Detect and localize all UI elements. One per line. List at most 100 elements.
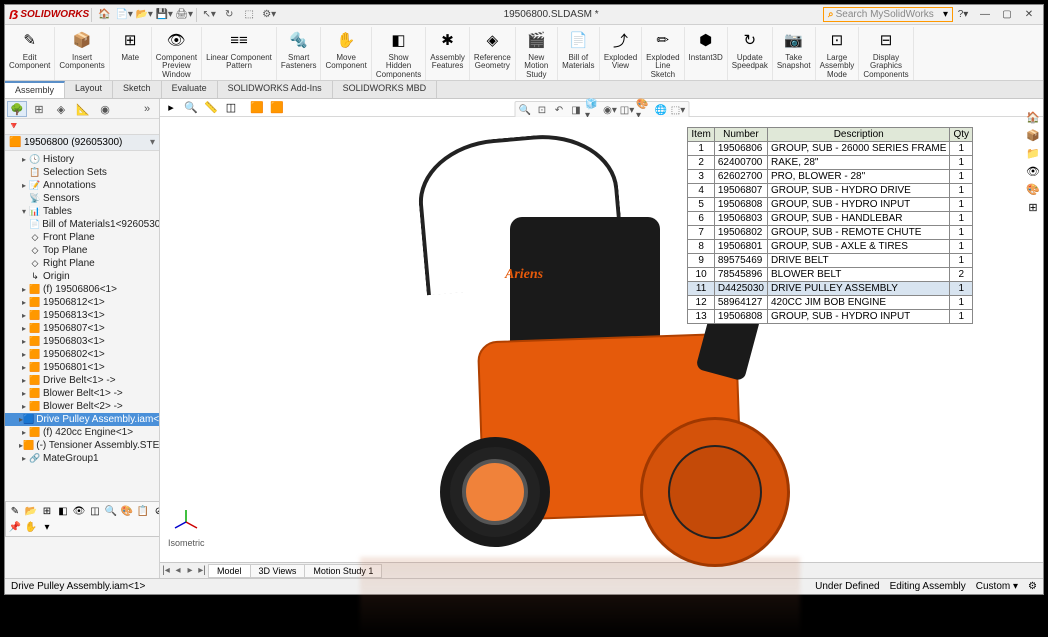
cursor-icon[interactable]: ↖▾ — [200, 7, 218, 23]
close-icon[interactable]: ✕ — [1019, 9, 1039, 20]
taskpane-home-icon[interactable]: 🏠 — [1025, 109, 1041, 125]
ctx-zoom-icon[interactable]: 🔍 — [104, 504, 118, 518]
ctx-move-icon[interactable]: ✋ — [24, 520, 38, 534]
orientation-triad[interactable] — [172, 508, 200, 536]
taskpane-library-icon[interactable]: 📁 — [1025, 145, 1041, 161]
tree-node[interactable]: ▸🔗MateGroup1 — [5, 452, 159, 465]
taskpane-resources-icon[interactable]: 📦 — [1025, 127, 1041, 143]
prev-view-icon[interactable]: ↶ — [551, 103, 567, 117]
ctx-copy-icon[interactable]: 📋 — [136, 504, 150, 518]
ribbon-mate[interactable]: ⊞Mate — [110, 27, 152, 80]
tree-node[interactable]: ▸🟦Drive Pulley Assembly.iam<1> — [5, 413, 159, 426]
tree-node[interactable]: ▸🟧19506802<1> — [5, 348, 159, 361]
view-orient-icon[interactable]: 🧊▾ — [585, 103, 601, 117]
help-icon[interactable]: ?▾ — [953, 9, 973, 20]
edit-appearance-icon[interactable]: ⬚▾ — [670, 103, 686, 117]
ctx-dropdown-icon[interactable]: ▾ — [40, 520, 54, 534]
assembly-root-node[interactable]: 🟧 19506800 (92605300) ▾ — [5, 135, 159, 151]
configuration-tab[interactable]: ◈ — [51, 101, 71, 117]
bom-row[interactable]: 262400700RAKE, 28"1 — [688, 156, 973, 170]
tree-node[interactable]: ▸🟧19506812<1> — [5, 296, 159, 309]
section-icon[interactable]: ◨ — [568, 103, 584, 117]
ribbon-exploded-line-sketch[interactable]: ✏Exploded Line Sketch — [642, 27, 684, 80]
bom-row[interactable]: 362602700PRO, BLOWER - 28"1 — [688, 170, 973, 184]
ctx-mate-icon[interactable]: ⊞ — [40, 504, 54, 518]
tab-solidworks-mbd[interactable]: SOLIDWORKS MBD — [333, 81, 438, 98]
status-units[interactable]: Custom ▾ — [976, 581, 1018, 592]
tree-node[interactable]: ▸🟧(f) 420cc Engine<1> — [5, 426, 159, 439]
ctx-edit-icon[interactable]: ✎ — [8, 504, 22, 518]
display-style-icon[interactable]: ◉▾ — [602, 103, 618, 117]
filter-icon[interactable]: 🔻 — [7, 121, 21, 132]
ribbon-new-motion-study[interactable]: 🎬New Motion Study — [516, 27, 558, 80]
taskpane-custom-icon[interactable]: ⊞ — [1025, 199, 1041, 215]
tab-assembly[interactable]: Assembly — [5, 81, 65, 98]
bom-row[interactable]: 819506801GROUP, SUB - AXLE & TIRES1 — [688, 240, 973, 254]
tree-node[interactable]: ▸🟧Blower Belt<1> -> — [5, 387, 159, 400]
ctx-color-icon[interactable]: 🎨 — [120, 504, 134, 518]
taskpane-appearances-icon[interactable]: 🎨 — [1025, 181, 1041, 197]
feature-tree-tab[interactable]: 🌳 — [7, 101, 27, 117]
dim-tab[interactable]: 📐 — [73, 101, 93, 117]
ribbon-show-hidden-components[interactable]: ◧Show Hidden Components — [372, 27, 426, 80]
tree-node[interactable]: 📡Sensors — [5, 192, 159, 205]
tree-node[interactable]: ▸🕓History — [5, 153, 159, 166]
ribbon-bill-of-materials[interactable]: 📄Bill of Materials — [558, 27, 600, 80]
tree-node[interactable]: ▸🟧Drive Belt<1> -> — [5, 374, 159, 387]
tree-node[interactable]: ▸🟧Blower Belt<2> -> — [5, 400, 159, 413]
tree-node[interactable]: ▸🟧19506813<1> — [5, 309, 159, 322]
save-icon[interactable]: 💾▾ — [155, 7, 173, 23]
ribbon-update-speedpak[interactable]: ↻Update Speedpak — [728, 27, 773, 80]
print-icon[interactable]: 🖨▾ — [175, 7, 193, 23]
ribbon-large-assembly-mode[interactable]: ⊡Large Assembly Mode — [816, 27, 860, 80]
bom-row[interactable]: 1258964127420CC JIM BOB ENGINE1 — [688, 296, 973, 310]
graphics-viewport[interactable]: ▸ 🔍 📏 ◫ 🟧 🟧 🔍⊡↶◨🧊▾◉▾◫▾🎨▾🌐⬚▾ Ariens — [160, 99, 1043, 578]
tab-sketch[interactable]: Sketch — [113, 81, 162, 98]
home-icon[interactable]: 🏠 — [95, 7, 113, 23]
tree-node[interactable]: ▾📊Tables — [5, 205, 159, 218]
bom-row[interactable]: 119506806GROUP, SUB - 26000 SERIES FRAME… — [688, 142, 973, 156]
tree-node[interactable]: ▸🟧19506803<1> — [5, 335, 159, 348]
bom-row[interactable]: 719506802GROUP, SUB - REMOTE CHUTE1 — [688, 226, 973, 240]
tab-nav-next-icon[interactable]: ▸ — [184, 565, 196, 576]
tree-node[interactable]: 📋Selection Sets — [5, 166, 159, 179]
tab-solidworks-add-ins[interactable]: SOLIDWORKS Add-Ins — [218, 81, 333, 98]
ctx-suppress-icon[interactable]: ⊘ — [152, 504, 159, 518]
ctx-open-icon[interactable]: 📂 — [24, 504, 38, 518]
ribbon-display-graphics-components[interactable]: ⊟Display Graphics Components — [859, 27, 913, 80]
hidden-lines-icon[interactable]: ◫▾ — [619, 103, 635, 117]
ribbon-exploded-view[interactable]: ⤴Exploded View — [600, 27, 642, 80]
bom-row[interactable]: 1078545896BLOWER BELT2 — [688, 268, 973, 282]
taskpane-view-icon[interactable]: 👁 — [1025, 163, 1041, 179]
tab-nav-first-icon[interactable]: |◂ — [160, 565, 172, 576]
tab-nav-last-icon[interactable]: ▸| — [196, 565, 208, 576]
bom-row[interactable]: 619506803GROUP, SUB - HANDLEBAR1 — [688, 212, 973, 226]
tree-node[interactable]: ◇Front Plane — [5, 231, 159, 244]
ribbon-instant3d[interactable]: ⬢Instant3D — [685, 27, 728, 80]
tree-node[interactable]: ◇Top Plane — [5, 244, 159, 257]
vp-measure-icon[interactable]: 📏 — [202, 101, 220, 115]
ribbon-assembly-features[interactable]: ✱Assembly Features — [426, 27, 470, 80]
ribbon-reference-geometry[interactable]: ◈Reference Geometry — [470, 27, 516, 80]
tree-node[interactable]: ▸🟧19506807<1> — [5, 322, 159, 335]
vp-search-icon[interactable]: 🔍 — [182, 101, 200, 115]
tree-node[interactable]: ▸🟧(-) Tensioner Assembly.STEP<1> — [5, 439, 159, 452]
vp-component-icon[interactable]: 🟧 — [268, 101, 286, 115]
tree-node[interactable]: ▸📝Annotations — [5, 179, 159, 192]
tree-node[interactable]: 📄Bill of Materials1<92605300> — [5, 218, 159, 231]
zoom-area-icon[interactable]: ⊡ — [534, 103, 550, 117]
ribbon-component-preview-window[interactable]: 👁Component Preview Window — [152, 27, 202, 80]
bom-row[interactable]: 11D4425030DRIVE PULLEY ASSEMBLY1 — [688, 282, 973, 296]
bom-row[interactable]: 519506808GROUP, SUB - HYDRO INPUT1 — [688, 198, 973, 212]
tab-layout[interactable]: Layout — [65, 81, 113, 98]
property-manager-tab[interactable]: ⊞ — [29, 101, 49, 117]
ribbon-smart-fasteners[interactable]: 🔩Smart Fasteners — [277, 27, 322, 80]
ribbon-linear-component-pattern[interactable]: ≡≡Linear Component Pattern — [202, 27, 277, 80]
ribbon-edit-component[interactable]: ✎Edit Component — [5, 27, 55, 80]
ctx-fix-icon[interactable]: 📌 — [8, 520, 22, 534]
status-gear-icon[interactable]: ⚙ — [1028, 581, 1037, 592]
minimize-icon[interactable]: — — [975, 9, 995, 20]
ribbon-move-component[interactable]: ✋Move Component — [321, 27, 371, 80]
vp-assembly-icon[interactable]: 🟧 — [248, 101, 266, 115]
tab-evaluate[interactable]: Evaluate — [162, 81, 218, 98]
